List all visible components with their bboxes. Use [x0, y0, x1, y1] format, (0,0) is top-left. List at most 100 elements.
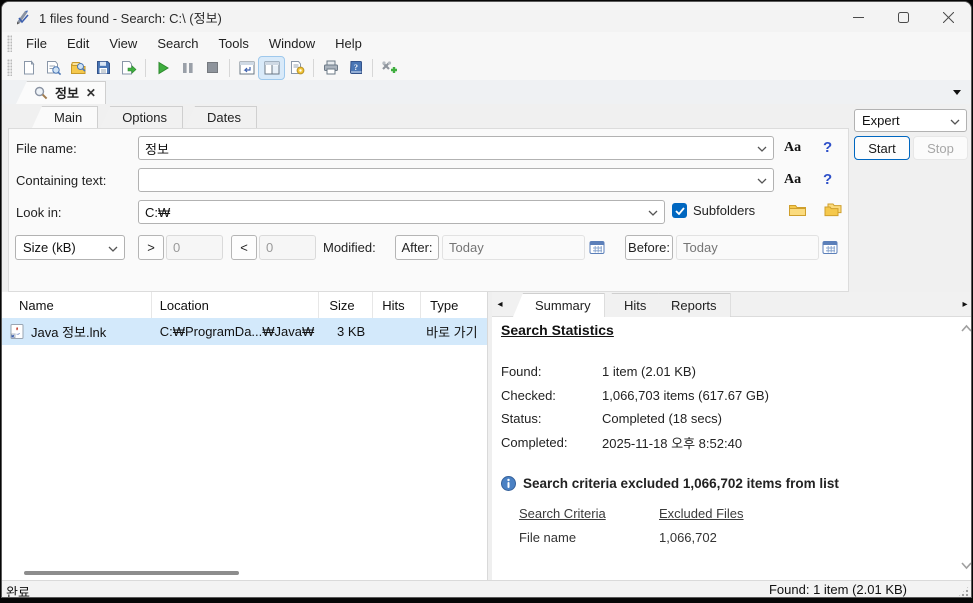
copy-path-folders-icon[interactable] — [823, 202, 843, 218]
match-case-button[interactable]: Aa — [784, 140, 801, 156]
excluded-header[interactable]: Excluded Files — [659, 506, 744, 521]
stop-search-icon — [207, 62, 218, 73]
stat-status: Status: Completed (18 secs) — [501, 407, 957, 431]
containing-text-help-icon[interactable]: ? — [823, 171, 832, 188]
export-button[interactable] — [116, 57, 141, 79]
result-row[interactable]: Java 정보.lnk C:₩ProgramDa...₩Java₩ 3 KB 바… — [2, 318, 487, 345]
open-search-button[interactable] — [66, 57, 91, 79]
close-button[interactable] — [926, 2, 971, 32]
tab-overflow-button[interactable] — [949, 84, 965, 100]
menu-edit[interactable]: Edit — [57, 34, 99, 53]
size-unit-select[interactable]: Size (kB) — [15, 235, 125, 260]
new-search-button[interactable] — [16, 57, 41, 79]
save-button[interactable] — [91, 57, 116, 79]
stop-search-button[interactable] — [200, 57, 225, 79]
look-in-input[interactable] — [138, 200, 665, 224]
file-name-label: File name: — [16, 141, 77, 156]
toggle-output-pane-button[interactable] — [234, 57, 259, 79]
result-name: Java 정보.lnk — [31, 322, 106, 341]
tab-summary[interactable]: Summary — [513, 293, 605, 317]
results-list: Name Location Size Hits Type Java 정보.lnk… — [2, 292, 488, 580]
checkbox-checked-icon — [672, 203, 687, 218]
search-tab[interactable]: 정보 ✕ — [16, 81, 106, 104]
column-header-location[interactable]: Location — [152, 292, 320, 318]
column-header-type[interactable]: Type — [421, 292, 487, 318]
size-greater-button[interactable]: > — [138, 235, 164, 260]
stat-value: 1 item (2.01 KB) — [602, 364, 696, 379]
vertical-scrollbar[interactable] — [959, 318, 972, 576]
file-name-help-icon[interactable]: ? — [823, 139, 832, 156]
size-less-button[interactable]: < — [231, 235, 257, 260]
tab-reports[interactable]: Reports — [649, 293, 731, 317]
found-summary: Found: 1 item (2.01 KB) — [769, 582, 907, 597]
match-case-button[interactable]: Aa — [784, 172, 801, 188]
menu-file[interactable]: File — [16, 34, 57, 53]
exclusion-note: Search criteria excluded 1,066,702 items… — [501, 476, 957, 491]
result-type: 바로 가기 — [421, 322, 487, 341]
maximize-button[interactable] — [881, 2, 926, 32]
subfolders-checkbox[interactable]: Subfolders — [672, 203, 755, 218]
before-button[interactable]: Before: — [625, 235, 673, 260]
column-header-size[interactable]: Size — [319, 292, 373, 318]
title-bar: 1 files found - Search: C:\ (정보) — [2, 2, 971, 32]
pause-search-button[interactable] — [175, 57, 200, 79]
calendar-icon[interactable] — [589, 239, 605, 255]
maximize-icon — [898, 12, 909, 23]
menu-help[interactable]: Help — [325, 34, 372, 53]
horizontal-scrollbar[interactable] — [2, 570, 485, 576]
criteria-header[interactable]: Search Criteria — [519, 506, 659, 521]
chevron-down-icon — [108, 246, 118, 252]
horizontal-scrollbar-thumb[interactable] — [24, 571, 239, 575]
close-icon — [943, 12, 954, 23]
stat-value: Completed (18 secs) — [602, 411, 722, 426]
status-bar: 완료 Found: 1 item (2.01 KB) — [2, 580, 971, 598]
info-icon — [501, 476, 516, 491]
print-button[interactable] — [318, 57, 343, 79]
criteria-row: File name 1,066,702 — [519, 525, 957, 549]
help-book-icon: ? — [349, 60, 363, 75]
browse-folder-icon[interactable] — [788, 202, 807, 218]
menu-tools[interactable]: Tools — [209, 34, 259, 53]
menu-view[interactable]: View — [99, 34, 147, 53]
stat-completed: Completed: 2025-11-18 오후 8:52:40 — [501, 431, 957, 455]
report-options-button[interactable] — [284, 57, 309, 79]
column-header-hits[interactable]: Hits — [373, 292, 421, 318]
after-button[interactable]: After: — [395, 235, 439, 260]
size-max-input[interactable] — [259, 235, 316, 260]
tab-scroll-right-button[interactable]: ▸ — [959, 296, 971, 312]
search-criteria-group: File name: Aa ? Containing text: Aa ? Lo… — [8, 128, 849, 292]
calendar-icon[interactable] — [822, 239, 838, 255]
tab-dates[interactable]: Dates — [185, 106, 257, 128]
file-name-input[interactable] — [138, 136, 774, 160]
before-date-input[interactable] — [676, 235, 819, 260]
help-button[interactable]: ? — [343, 57, 368, 79]
tab-main[interactable]: Main — [32, 106, 98, 128]
criteria-name: File name — [519, 530, 659, 545]
mode-select[interactable]: Expert — [854, 109, 967, 132]
after-date-input[interactable] — [442, 235, 585, 260]
tab-options[interactable]: Options — [100, 106, 183, 128]
scroll-down-icon[interactable] — [960, 561, 972, 570]
toggle-preview-pane-button[interactable] — [259, 57, 284, 79]
modified-label: Modified: — [323, 240, 376, 255]
size-min-input[interactable] — [166, 235, 223, 260]
add-tools-button[interactable] — [377, 57, 402, 79]
tab-close-icon[interactable]: ✕ — [86, 86, 96, 100]
resize-grip-icon[interactable] — [958, 586, 969, 597]
pause-search-icon — [182, 62, 194, 74]
scroll-up-icon[interactable] — [960, 324, 972, 333]
containing-text-input[interactable] — [138, 168, 774, 192]
status-text: 완료 — [6, 582, 30, 598]
minimize-button[interactable] — [836, 2, 881, 32]
tab-scroll-left-button[interactable]: ◂ — [494, 296, 506, 312]
menu-search[interactable]: Search — [147, 34, 208, 53]
menu-window[interactable]: Window — [259, 34, 325, 53]
start-search-button[interactable] — [150, 57, 175, 79]
open-results-button[interactable] — [41, 57, 66, 79]
form-tab-bar: Main Options Dates — [32, 106, 259, 128]
column-header-name[interactable]: Name — [2, 292, 152, 318]
start-button[interactable]: Start — [854, 136, 910, 160]
toolbar-gripper[interactable] — [7, 59, 12, 77]
stop-button[interactable]: Stop — [913, 136, 968, 160]
menubar-gripper[interactable] — [7, 35, 12, 51]
